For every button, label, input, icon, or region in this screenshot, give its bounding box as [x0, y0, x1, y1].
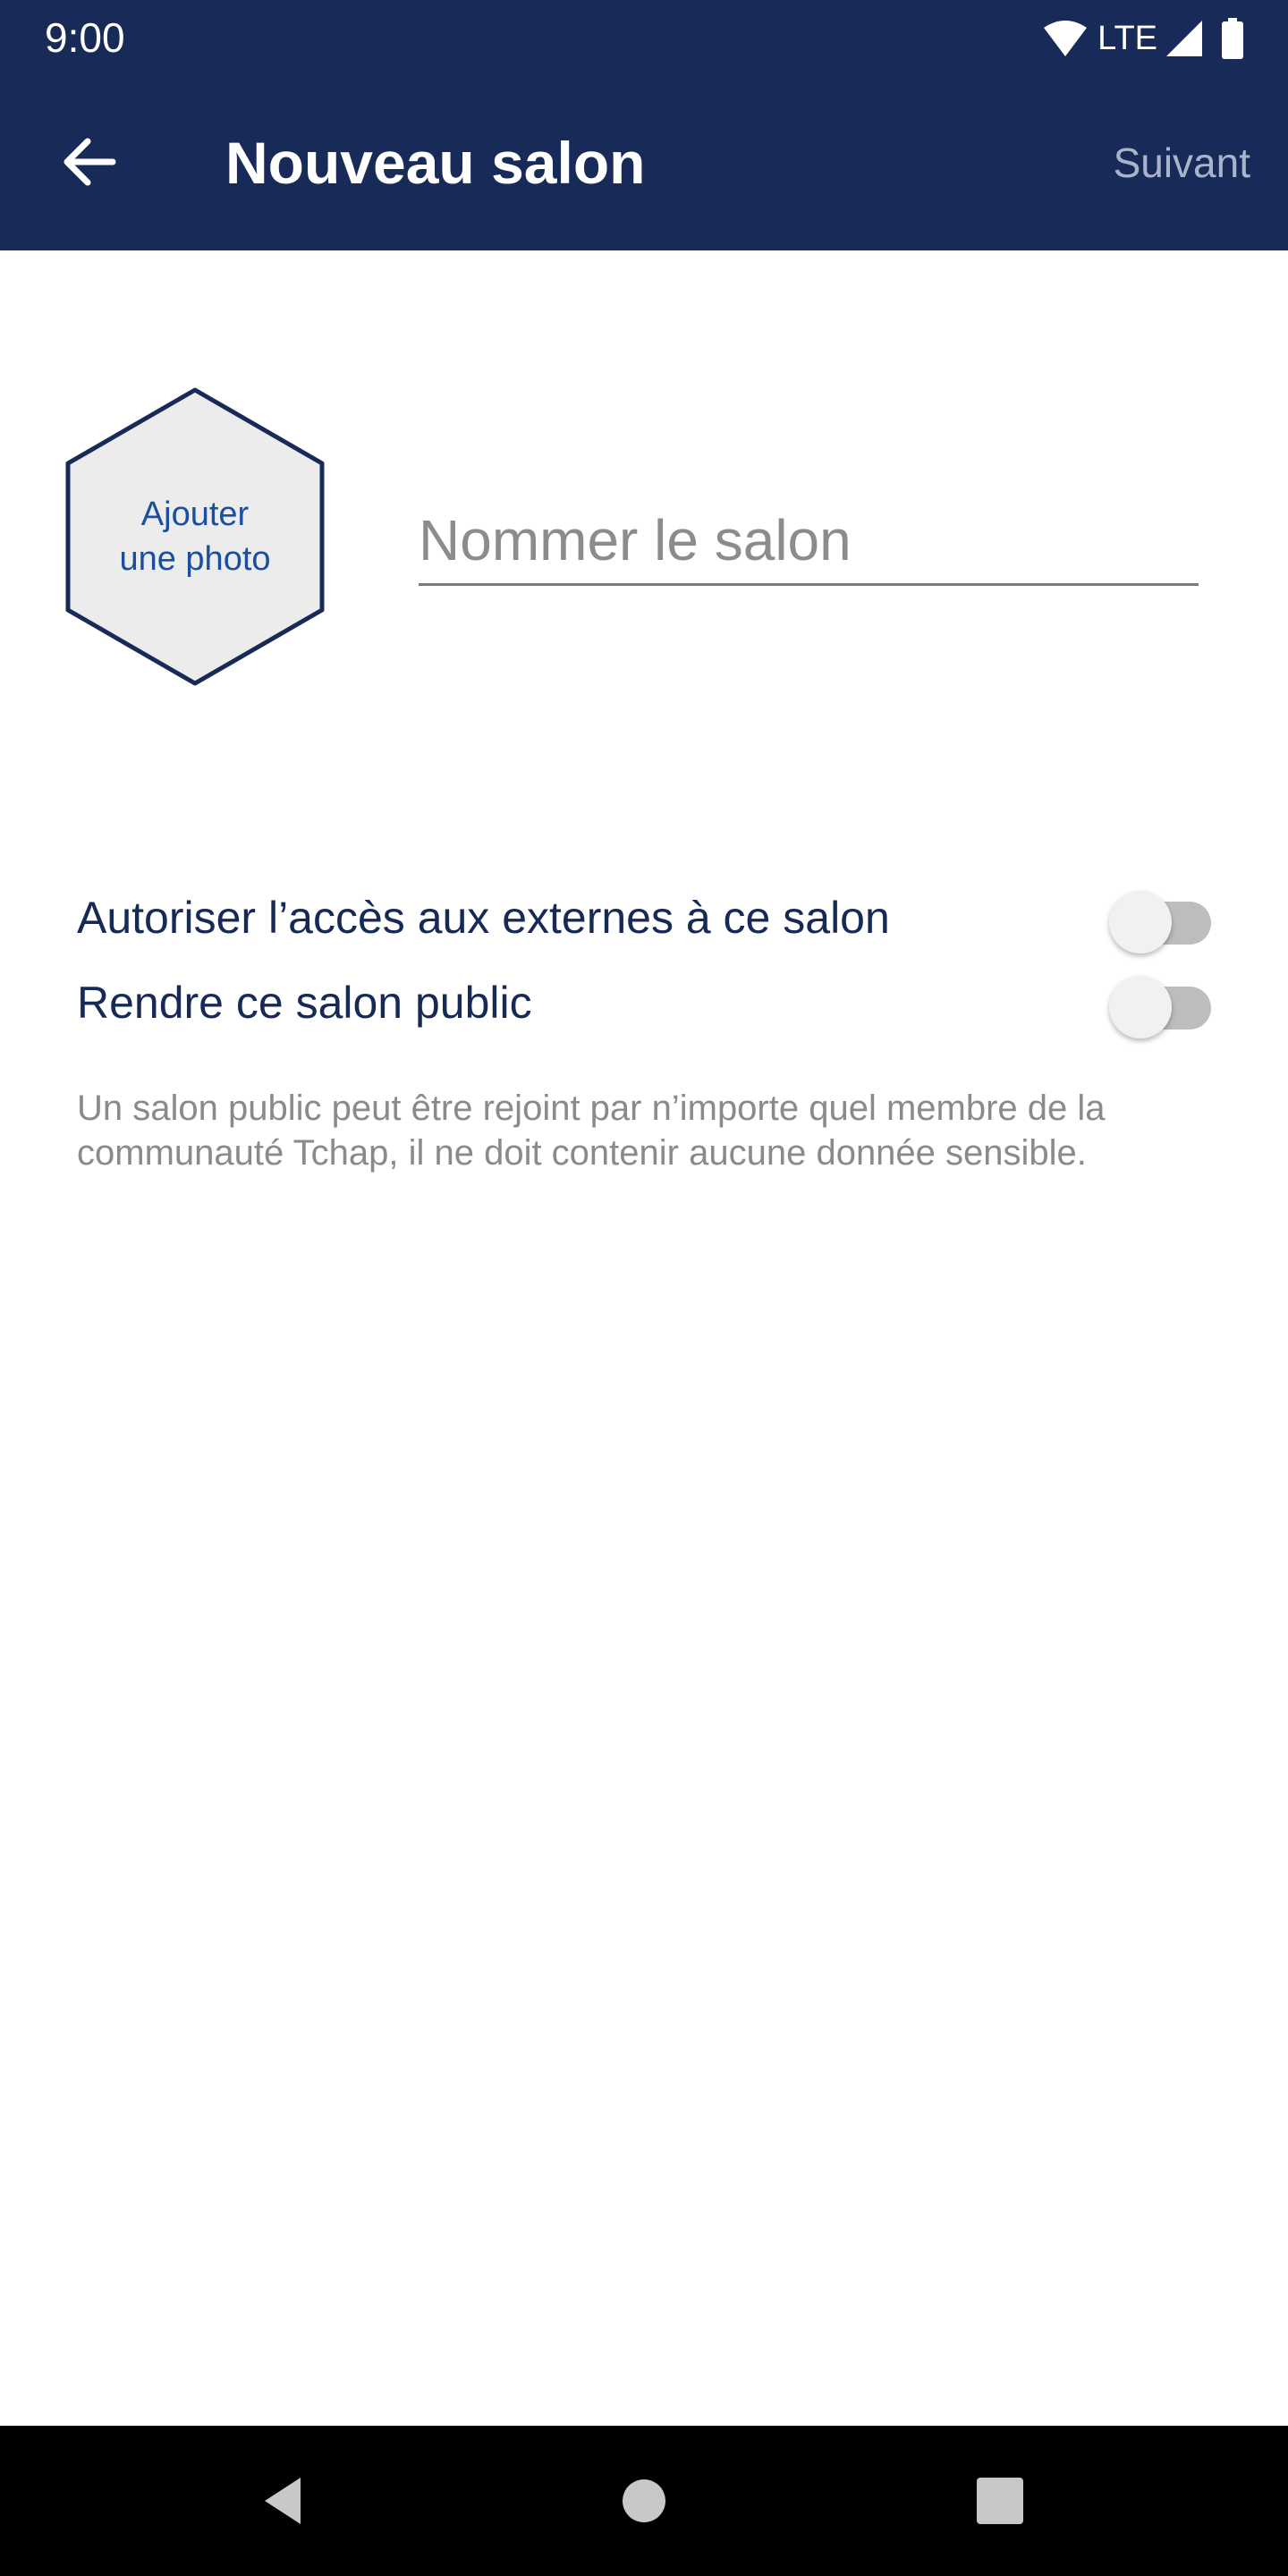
add-photo-label-line1: Ajouter: [140, 496, 250, 533]
nav-home-button[interactable]: [608, 2465, 680, 2537]
app-bar: Nouveau salon Suivant: [0, 75, 1288, 250]
add-photo-label-line2: une photo: [119, 540, 271, 578]
status-time: 9:00: [45, 14, 125, 61]
public-room-switch[interactable]: [1109, 976, 1213, 1038]
public-room-label: Rendre ce salon public: [77, 978, 532, 1028]
add-photo-label: Ajouter une photo: [63, 492, 327, 581]
switch-thumb: [1109, 891, 1172, 953]
status-bar: 9:00 LTE: [0, 0, 1288, 75]
new-room-screen: 9:00 LTE Nouveau salon Suivant Ajouter u…: [0, 0, 1288, 2576]
nav-back-button[interactable]: [249, 2465, 320, 2537]
status-icons: LTE: [1042, 16, 1245, 61]
network-type: LTE: [1097, 20, 1157, 57]
nav-home-icon: [623, 2479, 665, 2522]
page-title: Nouveau salon: [225, 130, 646, 196]
room-name-field: [419, 497, 1199, 589]
switch-thumb: [1109, 976, 1172, 1038]
header: 9:00 LTE Nouveau salon Suivant: [0, 0, 1288, 250]
external-access-row[interactable]: Autoriser l’accès aux externes à ce salo…: [77, 882, 1213, 953]
system-nav-bar: [0, 2426, 1288, 2576]
nav-recents-icon: [977, 2478, 1023, 2524]
wifi-icon: [1044, 21, 1088, 56]
room-name-input[interactable]: [419, 497, 1199, 586]
nav-back-icon: [265, 2478, 301, 2524]
nav-recents-button[interactable]: [964, 2465, 1036, 2537]
external-access-label: Autoriser l’accès aux externes à ce salo…: [77, 893, 890, 943]
back-button[interactable]: [50, 123, 127, 200]
next-button[interactable]: Suivant: [1114, 138, 1250, 188]
arrow-left-icon: [64, 138, 116, 186]
signal-icon: [1166, 21, 1202, 56]
public-room-row[interactable]: Rendre ce salon public: [77, 967, 1213, 1038]
battery-icon: [1222, 18, 1243, 59]
external-access-switch[interactable]: [1109, 891, 1213, 953]
add-photo-button[interactable]: Ajouter une photo: [63, 386, 327, 687]
public-room-help-text: Un salon public peut être rejoint par n’…: [77, 1089, 1106, 1173]
